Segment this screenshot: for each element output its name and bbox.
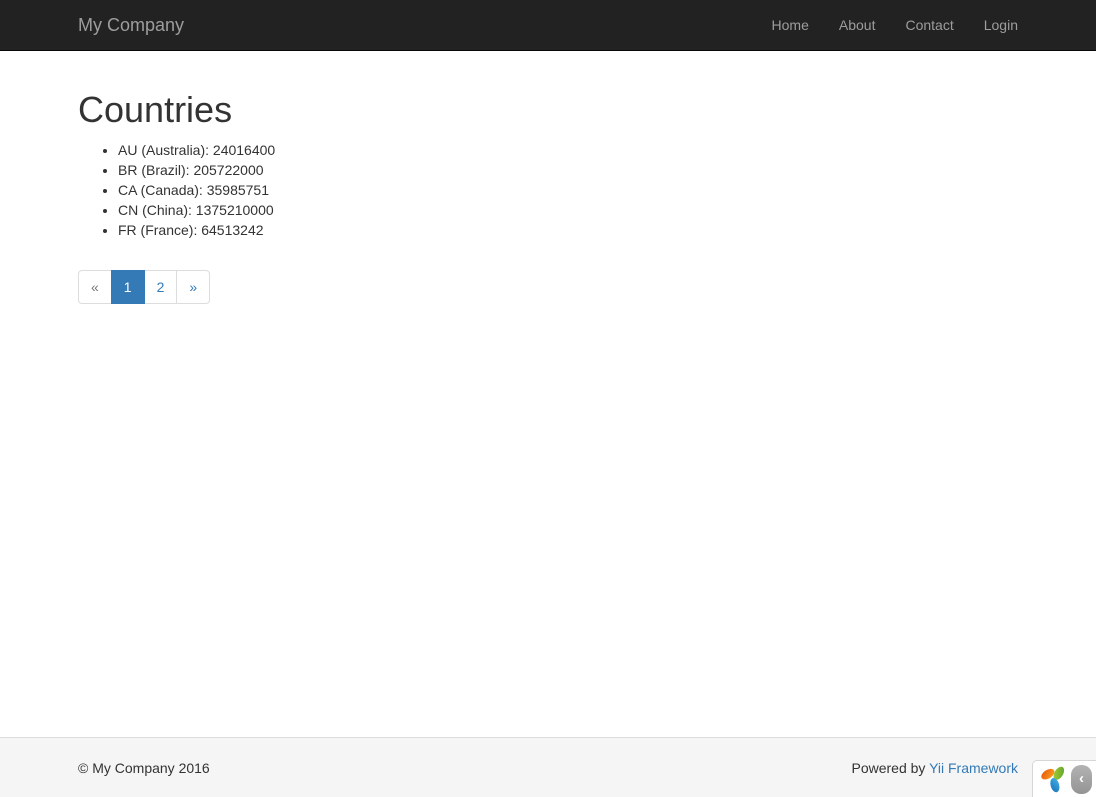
nav-item-login: Login bbox=[969, 0, 1033, 50]
pagination-page-1-button[interactable]: 1 bbox=[111, 270, 145, 304]
main-content: Countries AU (Australia): 24016400 BR (B… bbox=[0, 0, 1096, 737]
nav-item-contact: Contact bbox=[890, 0, 968, 50]
brand-link[interactable]: My Company bbox=[63, 0, 199, 50]
chevron-left-icon: ‹ bbox=[1079, 771, 1084, 786]
nav-link-login[interactable]: Login bbox=[969, 0, 1033, 50]
country-list: AU (Australia): 24016400 BR (Brazil): 20… bbox=[78, 140, 1018, 240]
nav-item-home: Home bbox=[757, 0, 824, 50]
pagination-prev-button: « bbox=[78, 270, 112, 304]
country-item-au: AU (Australia): 24016400 bbox=[118, 140, 1018, 160]
page-title: Countries bbox=[78, 90, 1018, 130]
nav-item-about: About bbox=[824, 0, 891, 50]
copyright-text: © My Company 2016 bbox=[78, 758, 210, 778]
yii-logo-icon[interactable] bbox=[1040, 764, 1068, 794]
country-item-ca: CA (Canada): 35985751 bbox=[118, 180, 1018, 200]
powered-by: Powered by Yii Framework bbox=[851, 758, 1018, 778]
nav-link-contact[interactable]: Contact bbox=[890, 0, 968, 50]
nav-link-home[interactable]: Home bbox=[757, 0, 824, 50]
country-item-fr: FR (France): 64513242 bbox=[118, 220, 1018, 240]
country-item-br: BR (Brazil): 205722000 bbox=[118, 160, 1018, 180]
debug-toggle-button[interactable]: ‹ bbox=[1071, 765, 1092, 794]
navbar: My Company Home About Contact Login bbox=[0, 0, 1096, 51]
nav-link-about[interactable]: About bbox=[824, 0, 891, 50]
pagination: « 1 2 » bbox=[78, 270, 210, 304]
footer: © My Company 2016 Powered by Yii Framewo… bbox=[0, 737, 1096, 797]
country-item-cn: CN (China): 1375210000 bbox=[118, 200, 1018, 220]
pagination-page-2-button[interactable]: 2 bbox=[144, 270, 178, 304]
pagination-next-button[interactable]: » bbox=[176, 270, 210, 304]
yii-framework-link[interactable]: Yii Framework bbox=[929, 760, 1018, 776]
navbar-menu: Home About Contact Login bbox=[757, 0, 1033, 50]
powered-by-text: Powered by bbox=[851, 760, 925, 776]
debug-toolbar: ‹ bbox=[1032, 760, 1096, 797]
